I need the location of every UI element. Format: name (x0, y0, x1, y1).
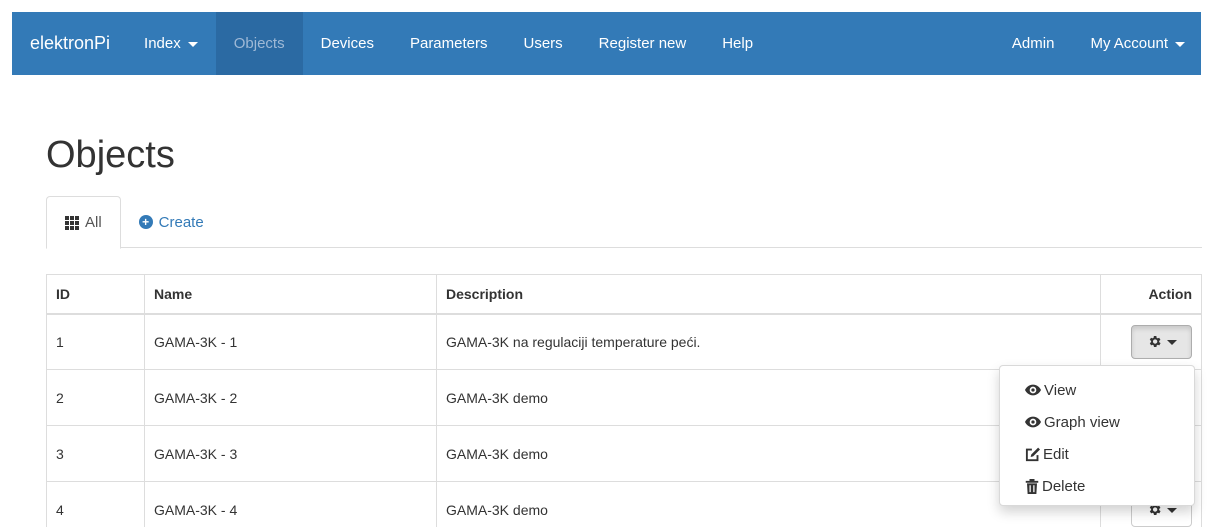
nav-right-group: Admin My Account (994, 12, 1201, 75)
nav-objects[interactable]: Objects (215, 12, 303, 75)
eye-icon (1025, 416, 1041, 428)
table-header-row: ID Name Description Action (46, 274, 1202, 315)
caret-down-icon (187, 42, 198, 47)
page-title: Objects (46, 134, 175, 176)
cell-name: GAMA-3K - 1 (144, 313, 437, 370)
nav-my-account-dropdown[interactable]: My Account (1072, 12, 1201, 75)
grid-icon (65, 215, 79, 230)
table-row: 1 GAMA-3K - 1 GAMA-3K na regulaciji temp… (46, 313, 1202, 370)
nav-help[interactable]: Help (704, 12, 771, 75)
menu-item-delete[interactable]: Delete (1000, 470, 1194, 502)
nav-admin[interactable]: Admin (994, 12, 1073, 75)
tab-create[interactable]: + Create (121, 196, 222, 248)
header-description: Description (436, 274, 1101, 315)
action-dropdown-menu: View Graph view Edit Delete (999, 365, 1195, 506)
edit-icon (1025, 447, 1040, 461)
gear-icon (1149, 336, 1161, 348)
top-navbar: elektronPi Index Objects Devices Paramet… (12, 12, 1201, 75)
menu-item-label: Delete (1042, 477, 1086, 495)
cell-id: 2 (46, 369, 145, 426)
trash-icon (1025, 478, 1039, 494)
cell-id: 4 (46, 481, 145, 527)
brand-link[interactable]: elektronPi (12, 12, 126, 75)
menu-item-label: Edit (1043, 445, 1069, 463)
tab-all[interactable]: All (46, 196, 121, 249)
menu-item-graph-view[interactable]: Graph view (1000, 406, 1194, 438)
nav-index-dropdown[interactable]: Index (126, 12, 216, 75)
nav-my-account-label: My Account (1090, 35, 1168, 52)
menu-item-label: View (1044, 381, 1077, 399)
header-id: ID (46, 274, 145, 315)
cell-name: GAMA-3K - 4 (144, 481, 437, 527)
nav-devices[interactable]: Devices (303, 12, 392, 75)
cell-id: 1 (46, 313, 145, 370)
plus-circle-icon: + (138, 215, 153, 229)
tab-bar: All + Create (46, 196, 1202, 249)
nav-index-label: Index (144, 35, 181, 52)
caret-down-icon (1166, 508, 1177, 513)
tab-all-label: All (85, 214, 102, 231)
menu-item-view[interactable]: View (1000, 374, 1194, 406)
nav-parameters[interactable]: Parameters (392, 12, 506, 75)
tab-create-label: Create (158, 213, 204, 231)
cell-action (1100, 313, 1202, 370)
header-action: Action (1100, 274, 1202, 315)
cell-name: GAMA-3K - 3 (144, 425, 437, 482)
menu-item-edit[interactable]: Edit (1000, 438, 1194, 470)
caret-down-icon (1175, 42, 1185, 47)
action-dropdown-button[interactable] (1131, 324, 1192, 359)
cell-name: GAMA-3K - 2 (144, 369, 437, 426)
eye-icon (1025, 384, 1041, 396)
cell-description: GAMA-3K na regulaciji temperature peći. (436, 313, 1101, 370)
nav-users[interactable]: Users (506, 12, 581, 75)
header-name: Name (144, 274, 437, 315)
menu-item-label: Graph view (1044, 413, 1120, 431)
cell-id: 3 (46, 425, 145, 482)
caret-down-icon (1166, 340, 1177, 346)
nav-register-new[interactable]: Register new (581, 12, 705, 75)
